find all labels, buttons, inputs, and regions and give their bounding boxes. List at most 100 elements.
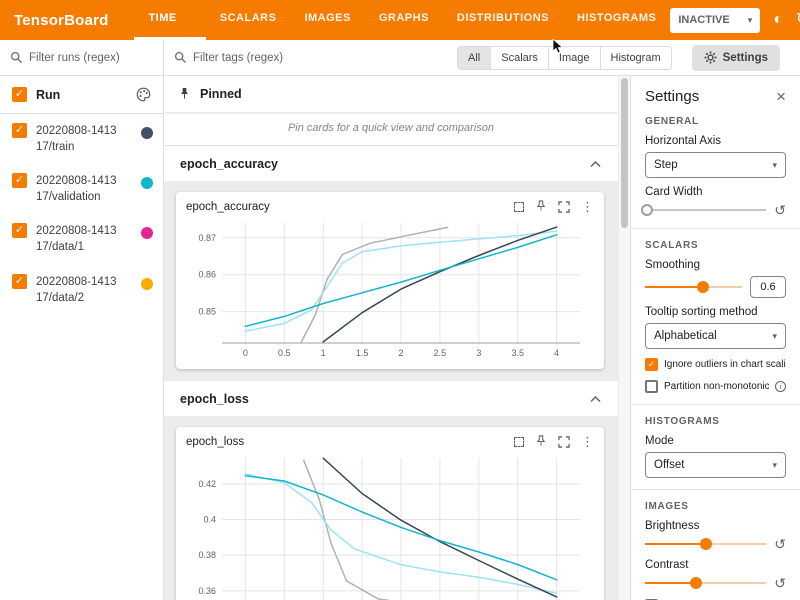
- filter-image-button[interactable]: Image: [548, 46, 601, 70]
- more-options-icon[interactable]: ⋮: [581, 200, 594, 213]
- histogram-mode-select[interactable]: Offset ▾: [645, 452, 786, 478]
- settings-panel-header: Settings ×: [645, 88, 786, 105]
- images-heading: IMAGES: [645, 501, 786, 512]
- pinned-hint-text: Pin cards for a quick view and compariso…: [164, 112, 618, 146]
- settings-panel: Settings × GENERAL Horizontal Axis Step …: [630, 76, 800, 600]
- partition-x-axis-checkbox[interactable]: [645, 380, 658, 393]
- filter-scalars-button[interactable]: Scalars: [490, 46, 549, 70]
- filter-runs-input[interactable]: [29, 52, 153, 64]
- card-title: epoch_loss: [186, 436, 514, 448]
- run-color-dot[interactable]: [141, 278, 153, 290]
- scalar-card-epoch-loss: epoch_loss ⋮: [176, 427, 604, 600]
- runs-header-label: Run: [36, 88, 60, 102]
- card-header: epoch_loss ⋮: [186, 435, 594, 448]
- more-options-icon[interactable]: ⋮: [581, 435, 594, 448]
- scrollbar-thumb[interactable]: [621, 78, 628, 228]
- dashboard-tabs: TIME SERIES SCALARS IMAGES GRAPHS DISTRI…: [134, 0, 670, 40]
- search-icon: [10, 51, 23, 64]
- chevron-up-icon[interactable]: [589, 159, 602, 169]
- horizontal-axis-value: Step: [654, 159, 678, 171]
- svg-text:0.42: 0.42: [198, 479, 216, 489]
- tooltip-sorting-select[interactable]: Alphabetical ▾: [645, 323, 786, 349]
- histograms-heading: HISTOGRAMS: [645, 416, 786, 427]
- select-all-runs-checkbox[interactable]: ✓: [12, 87, 27, 102]
- refresh-icon[interactable]: ↻: [796, 12, 800, 28]
- card-width-slider[interactable]: [645, 203, 766, 217]
- divider: [631, 489, 800, 490]
- top-app-bar: TensorBoard TIME SERIES SCALARS IMAGES G…: [0, 0, 800, 40]
- fullscreen-icon[interactable]: [558, 201, 570, 213]
- run-list-item[interactable]: ✓ 20220808-141317/train: [0, 114, 163, 164]
- info-icon[interactable]: i: [775, 381, 786, 392]
- partition-x-axis-row: Partition non-monotonic X axis i: [645, 380, 786, 393]
- tab-graphs[interactable]: GRAPHS: [365, 0, 443, 40]
- filter-tags-cell: All Scalars Image Histogram Settings: [164, 40, 800, 75]
- tab-images[interactable]: IMAGES: [290, 0, 364, 40]
- search-icon: [174, 51, 187, 64]
- run-list-item[interactable]: ✓ 20220808-141317/validation: [0, 164, 163, 214]
- svg-text:0.36: 0.36: [198, 586, 216, 596]
- fit-to-domain-icon[interactable]: [514, 202, 524, 212]
- tooltip-sorting-label: Tooltip sorting method: [645, 306, 786, 318]
- run-color-dot[interactable]: [141, 227, 153, 239]
- section-header-epoch-accuracy[interactable]: epoch_accuracy: [164, 146, 618, 182]
- card-width-label: Card Width: [645, 186, 786, 198]
- pin-icon: [178, 87, 191, 101]
- run-checkbox[interactable]: ✓: [12, 223, 27, 238]
- tab-time-series[interactable]: TIME SERIES: [134, 0, 205, 40]
- section-header-epoch-loss[interactable]: epoch_loss: [164, 381, 618, 417]
- close-icon[interactable]: ×: [776, 88, 786, 105]
- epoch-loss-chart[interactable]: 00.511.522.533.540.360.380.40.42: [186, 450, 590, 600]
- smoothing-value-input[interactable]: [750, 276, 786, 298]
- brightness-label: Brightness: [645, 520, 786, 532]
- pin-outline-icon[interactable]: [535, 200, 547, 213]
- card-zone: epoch_accuracy ⋮: [164, 182, 618, 381]
- brightness-slider[interactable]: [645, 537, 766, 551]
- smoothing-slider[interactable]: [645, 280, 742, 294]
- fullscreen-icon[interactable]: [558, 436, 570, 448]
- theme-toggle-icon[interactable]: ◐: [773, 12, 783, 28]
- run-color-dot[interactable]: [141, 177, 153, 189]
- filter-tags-input[interactable]: [193, 52, 443, 64]
- app-logo[interactable]: TensorBoard: [14, 12, 108, 29]
- tooltip-sorting-value: Alphabetical: [654, 330, 717, 342]
- contrast-slider[interactable]: [645, 576, 766, 590]
- filter-histogram-button[interactable]: Histogram: [600, 46, 672, 70]
- vertical-scrollbar[interactable]: [618, 76, 630, 600]
- scalars-heading: SCALARS: [645, 240, 786, 251]
- run-name: 20220808-141317/data/1: [36, 223, 120, 255]
- ignore-outliers-checkbox[interactable]: ✓: [645, 358, 658, 371]
- content-area: ✓ Run ✓ 20220808-141317/train ✓ 20220808…: [0, 76, 800, 600]
- reset-icon[interactable]: ↺: [774, 576, 786, 590]
- chevron-up-icon[interactable]: [589, 394, 602, 404]
- palette-icon[interactable]: [136, 87, 151, 102]
- svg-text:4: 4: [554, 348, 559, 358]
- runs-header-row: ✓ Run: [0, 76, 163, 114]
- run-list-item[interactable]: ✓ 20220808-141317/data/2: [0, 265, 163, 315]
- tab-distributions[interactable]: DISTRIBUTIONS: [443, 0, 563, 40]
- reset-icon[interactable]: ↺: [774, 537, 786, 551]
- svg-text:3: 3: [476, 348, 481, 358]
- epoch-accuracy-chart[interactable]: 00.511.522.533.540.850.860.87: [186, 215, 590, 365]
- run-color-dot[interactable]: [141, 127, 153, 139]
- tab-scalars[interactable]: SCALARS: [206, 0, 291, 40]
- settings-button[interactable]: Settings: [692, 45, 780, 71]
- run-list-item[interactable]: ✓ 20220808-141317/data/1: [0, 214, 163, 264]
- horizontal-axis-select[interactable]: Step ▾: [645, 152, 786, 178]
- run-checkbox[interactable]: ✓: [12, 274, 27, 289]
- svg-text:0.85: 0.85: [198, 307, 216, 317]
- section-title: epoch_accuracy: [180, 157, 278, 171]
- pin-outline-icon[interactable]: [535, 435, 547, 448]
- card-actions: ⋮: [514, 200, 594, 213]
- filter-all-button[interactable]: All: [457, 46, 491, 70]
- fit-to-domain-icon[interactable]: [514, 437, 524, 447]
- run-checkbox[interactable]: ✓: [12, 173, 27, 188]
- tab-histograms[interactable]: HISTOGRAMS: [563, 0, 670, 40]
- reload-status-dropdown[interactable]: INACTIVE ▾: [670, 8, 760, 33]
- divider: [631, 228, 800, 229]
- contrast-row: ↺: [645, 576, 786, 590]
- svg-text:1: 1: [321, 348, 326, 358]
- tensorboard-app: TensorBoard TIME SERIES SCALARS IMAGES G…: [0, 0, 800, 600]
- reset-icon[interactable]: ↺: [774, 203, 786, 217]
- run-checkbox[interactable]: ✓: [12, 123, 27, 138]
